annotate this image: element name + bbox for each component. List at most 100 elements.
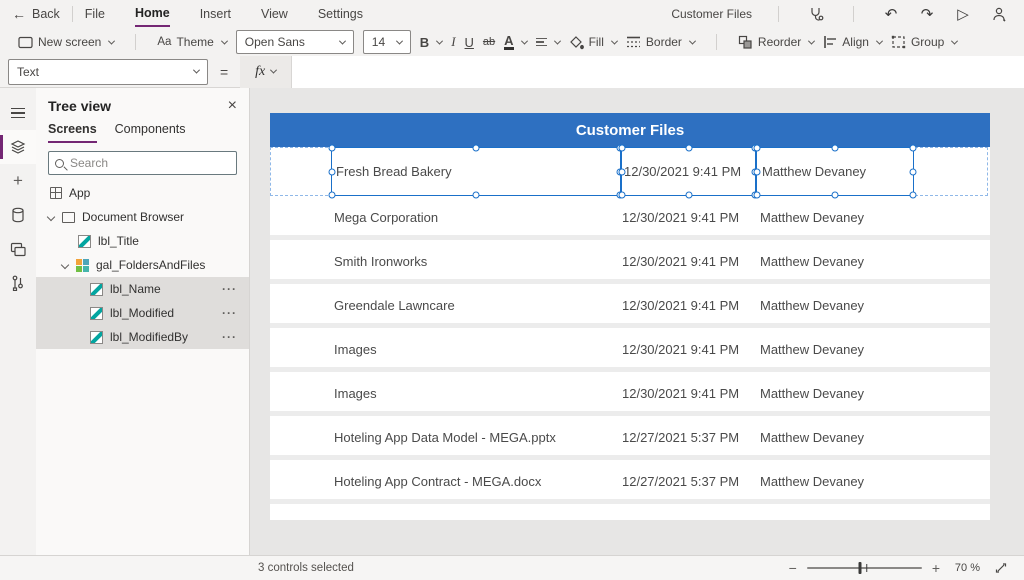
italic-button[interactable]: I <box>451 34 455 50</box>
modified-label[interactable]: 12/30/2021 9:41 PM <box>622 284 739 328</box>
modified-by-label[interactable]: Matthew Devaney <box>756 147 914 196</box>
selection-handle[interactable] <box>473 192 480 199</box>
file-name-label[interactable]: Images <box>334 328 377 372</box>
canvas-title-label[interactable]: Customer Files <box>576 122 684 139</box>
gallery-row[interactable]: Greendale Lawncare 12/30/2021 9:41 PM Ma… <box>270 284 990 328</box>
modified-label[interactable]: 12/27/2021 5:37 PM <box>622 416 739 460</box>
selection-handle[interactable] <box>329 145 336 152</box>
menu-insert[interactable]: Insert <box>200 2 231 26</box>
media-rail-icon[interactable] <box>0 232 36 266</box>
modified-by-label[interactable]: Matthew Devaney <box>760 372 864 416</box>
selection-handle[interactable] <box>619 145 626 152</box>
more-options-icon[interactable]: ··· <box>222 330 237 344</box>
selection-handle[interactable] <box>910 145 917 152</box>
formula-input[interactable] <box>292 56 1024 88</box>
file-name-label[interactable]: Greendale Lawncare <box>334 284 455 328</box>
tree-item-lbl-name[interactable]: lbl_Name ··· <box>36 277 249 301</box>
gallery-row[interactable]: Smith Ironworks 12/30/2021 9:41 PM Matth… <box>270 240 990 284</box>
selection-handle[interactable] <box>473 145 480 152</box>
strikethrough-button[interactable]: ab <box>483 36 495 48</box>
selection-handle[interactable] <box>619 192 626 199</box>
menu-view[interactable]: View <box>261 2 288 26</box>
file-name-label[interactable]: Mega Corporation <box>334 196 438 240</box>
selection-handle[interactable] <box>832 192 839 199</box>
preview-play-icon[interactable]: ▷ <box>952 3 974 25</box>
modified-by-label[interactable]: Matthew Devaney <box>760 416 864 460</box>
file-name-label[interactable]: Smith Ironworks <box>334 240 427 284</box>
file-name-label[interactable]: Images <box>334 372 377 416</box>
redo-icon[interactable]: ↷ <box>916 3 938 25</box>
gallery-row[interactable]: Hoteling App Data Model - MEGA.pptx 12/2… <box>270 416 990 460</box>
selection-handle[interactable] <box>832 145 839 152</box>
border-button[interactable]: Border <box>626 35 695 49</box>
selection-handle[interactable] <box>685 145 692 152</box>
advanced-tools-rail-icon[interactable] <box>0 266 36 300</box>
selection-handle[interactable] <box>754 192 761 199</box>
tree-item-screen[interactable]: Document Browser <box>36 205 249 229</box>
new-screen-button[interactable]: New screen <box>18 35 114 49</box>
theme-button[interactable]: Aa Theme <box>157 35 226 49</box>
file-name-label[interactable]: Fresh Bread Bakery <box>331 147 621 196</box>
modified-label[interactable]: 12/30/2021 9:41 PM <box>622 240 739 284</box>
reorder-button[interactable]: Reorder <box>738 35 814 49</box>
property-select[interactable]: Text <box>8 59 208 85</box>
modified-by-label[interactable]: Matthew Devaney <box>760 196 864 240</box>
text-align-button[interactable] <box>536 38 560 47</box>
modified-label[interactable]: 12/30/2021 9:41 PM <box>622 372 739 416</box>
selection-handle[interactable] <box>329 168 336 175</box>
canvas-title-bar[interactable]: Customer Files <box>270 113 990 147</box>
undo-icon[interactable]: ↶ <box>880 3 902 25</box>
align-button[interactable]: Align <box>823 35 882 49</box>
font-family-select[interactable]: Open Sans <box>236 30 354 54</box>
data-rail-icon[interactable] <box>0 198 36 232</box>
back-button[interactable]: ← Back <box>12 6 60 22</box>
app-checker-icon[interactable] <box>805 3 827 25</box>
selection-handle[interactable] <box>329 192 336 199</box>
modified-by-label[interactable]: Matthew Devaney <box>760 284 864 328</box>
zoom-slider-handle[interactable] <box>858 562 861 574</box>
file-name-label[interactable]: Hoteling App Contract - MEGA.docx <box>334 460 541 504</box>
modified-label[interactable]: 12/30/2021 9:41 PM <box>622 196 739 240</box>
zoom-out-icon[interactable]: − <box>789 560 797 576</box>
tree-item-app[interactable]: App <box>36 181 249 205</box>
zoom-in-icon[interactable]: + <box>932 560 940 576</box>
tree-item-lbl-modifiedby[interactable]: lbl_ModifiedBy ··· <box>36 325 249 349</box>
tree-search[interactable] <box>48 151 237 175</box>
underline-button[interactable]: U <box>465 35 474 50</box>
fit-to-window-icon[interactable] <box>990 557 1012 579</box>
tree-item-lbl-title[interactable]: lbl_Title <box>36 229 249 253</box>
tab-screens[interactable]: Screens <box>48 122 97 143</box>
fill-button[interactable]: Fill <box>569 35 617 50</box>
insert-rail-icon[interactable]: + <box>0 164 36 198</box>
tree-item-lbl-modified[interactable]: lbl_Modified ··· <box>36 301 249 325</box>
tree-item-gallery[interactable]: gal_FoldersAndFiles <box>36 253 249 277</box>
close-icon[interactable]: × <box>228 99 237 113</box>
more-options-icon[interactable]: ··· <box>222 282 237 296</box>
selection-handle[interactable] <box>754 145 761 152</box>
selection-handle[interactable] <box>619 168 626 175</box>
gallery-row[interactable]: Images 12/30/2021 9:41 PM Matthew Devane… <box>270 328 990 372</box>
tree-view-rail-icon[interactable] <box>0 130 36 164</box>
selection-handle[interactable] <box>754 168 761 175</box>
gallery-row[interactable]: Hoteling App Contract - MEGA.docx 12/27/… <box>270 460 990 504</box>
modified-label[interactable]: 12/30/2021 9:41 PM <box>621 147 756 196</box>
zoom-slider[interactable] <box>807 567 922 569</box>
menu-file[interactable]: File <box>85 2 105 26</box>
share-user-icon[interactable] <box>988 3 1010 25</box>
gallery-row[interactable]: Fresh Bread Bakery 12/30/2021 9:41 PM Ma… <box>270 147 990 196</box>
menu-settings[interactable]: Settings <box>318 2 363 26</box>
selection-handle[interactable] <box>910 192 917 199</box>
menu-home[interactable]: Home <box>135 1 170 27</box>
modified-by-label[interactable]: Matthew Devaney <box>760 240 864 284</box>
bold-button[interactable]: B <box>420 35 442 50</box>
selection-handle[interactable] <box>910 168 917 175</box>
app-canvas[interactable]: Customer Files Fresh Bread Bakery 12/30/… <box>270 113 990 520</box>
modified-by-label[interactable]: Matthew Devaney <box>760 460 864 504</box>
group-button[interactable]: Group <box>891 35 957 49</box>
modified-label[interactable]: 12/30/2021 9:41 PM <box>622 328 739 372</box>
font-color-button[interactable]: A <box>504 35 526 50</box>
gallery-row[interactable]: Mega Corporation 12/30/2021 9:41 PM Matt… <box>270 196 990 240</box>
tab-components[interactable]: Components <box>115 122 186 143</box>
modified-by-label[interactable]: Matthew Devaney <box>760 328 864 372</box>
more-options-icon[interactable]: ··· <box>222 306 237 320</box>
